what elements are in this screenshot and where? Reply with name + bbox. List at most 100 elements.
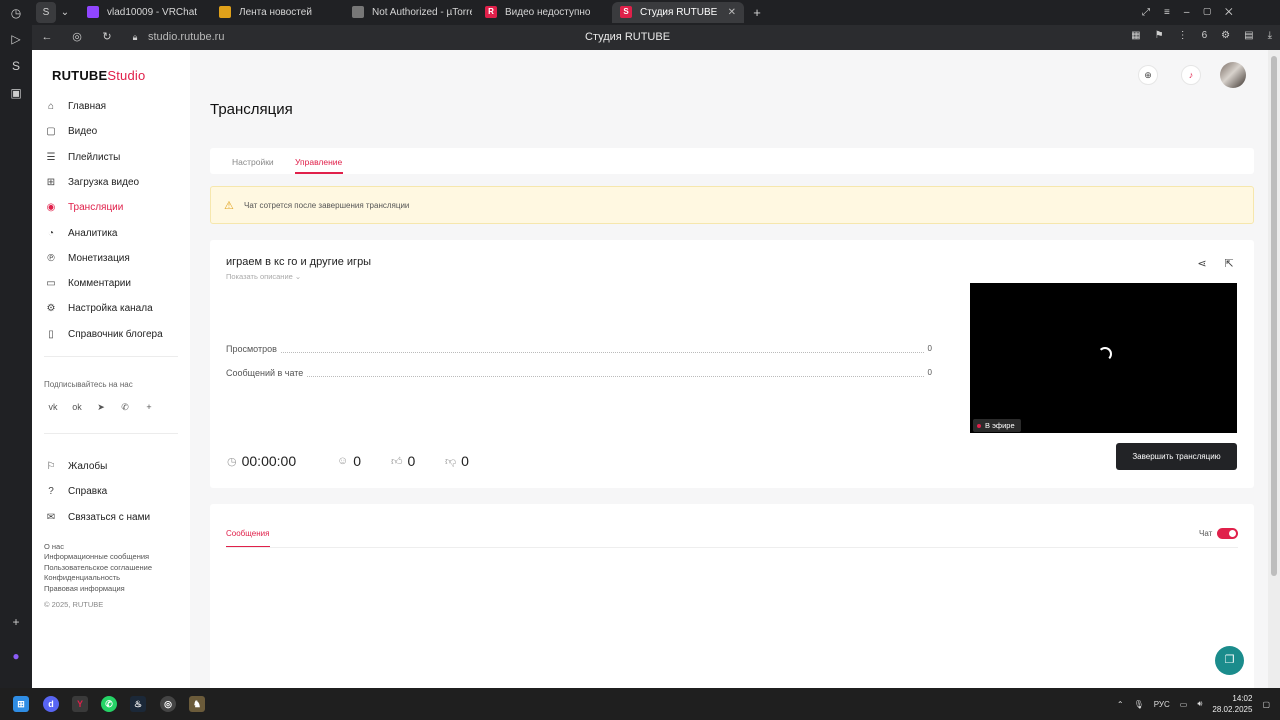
sidebar-item-monetization[interactable]: ℗ Монетизация [44, 248, 184, 268]
telegram-icon[interactable]: ➤ [94, 400, 108, 414]
tab-messages[interactable]: Сообщения [226, 529, 269, 538]
footer-link-agreement[interactable]: Пользовательское соглашение [44, 563, 152, 572]
external-link-icon[interactable]: ⇱ [1222, 257, 1236, 271]
steam-icon[interactable]: ♨ [130, 696, 146, 712]
live-dot-icon [977, 424, 981, 429]
close-icon[interactable]: ✕ [728, 2, 736, 23]
gear-icon: ⚙ [46, 302, 56, 314]
sidebar-item-upload[interactable]: ⊞ Загрузка видео [44, 172, 184, 192]
network-icon[interactable]: ▭ [1180, 700, 1188, 709]
menu-dots-icon[interactable]: ⋮ [1178, 30, 1188, 41]
chat-toggle-label: Чат [1199, 529, 1213, 538]
sidebar-item-blogger-guide[interactable]: ▯ Справочник блогера [44, 324, 184, 344]
video-player[interactable]: В эфире [970, 283, 1237, 433]
sidebar-item-home[interactable]: ⌂ Главная [44, 96, 184, 116]
footer-link-privacy[interactable]: Конфиденциальность [44, 573, 120, 582]
rutube-r-icon: R [485, 6, 497, 19]
window-controls[interactable]: ⤢≡–▢✕ [1142, 2, 1242, 23]
sidebar-item-channel-settings[interactable]: ⚙ Настройка канала [44, 298, 184, 318]
protect-icon[interactable]: ◎ [70, 30, 84, 44]
warning-text: Чат сотрется после завершения трансляции [244, 201, 410, 210]
rutube-studio-icon: S [620, 6, 632, 19]
footer-link-info[interactable]: Информационные сообщения [44, 552, 149, 561]
tray-chevron-icon[interactable]: ⌃ [1117, 700, 1124, 709]
alice-icon[interactable]: ● [7, 647, 25, 665]
scrollbar-thumb[interactable] [1271, 56, 1277, 576]
stat-label: Сообщений в чате [226, 368, 307, 378]
book-icon: ▯ [48, 328, 54, 340]
stream-card: играем в кс го и другие игры Показать оп… [210, 240, 1254, 488]
volume-icon[interactable]: 🔊︎ [1197, 699, 1202, 709]
notifications-icon[interactable]: ▢ [1262, 700, 1270, 709]
sidebar-icon[interactable]: ▤ [1244, 30, 1253, 41]
language-indicator[interactable]: РУС [1154, 700, 1170, 709]
bookmark-icon[interactable]: ▣ [7, 84, 25, 102]
counter-icon[interactable]: 6 [1202, 30, 1208, 41]
new-tab-button[interactable]: + [750, 2, 764, 23]
sidebar-item-analytics[interactable]: ◔ Аналитика [44, 223, 184, 243]
add-icon[interactable]: + [7, 613, 25, 631]
subscribe-label: Подписывайтесь на нас [44, 380, 133, 389]
tab-utorrent[interactable]: Not Authorized - µTorrent [352, 2, 472, 23]
live-badge: В эфире [973, 419, 1021, 432]
obs-icon[interactable]: ◎ [160, 696, 176, 712]
dislikes-metric: 👎︎ 0 [445, 453, 469, 469]
tab-vrchat[interactable]: vlad10009 - VRChat [87, 2, 215, 23]
support-chat-icon[interactable]: ❐ [1215, 646, 1244, 675]
download-icon[interactable]: ⤓ [1268, 30, 1272, 41]
vk-icon[interactable]: vk [46, 400, 60, 414]
reload-icon[interactable]: ↻ [100, 30, 114, 44]
sidebar-item-broadcasts[interactable]: ◉ Трансляции [44, 197, 184, 217]
history-icon[interactable]: ◷ [7, 4, 25, 22]
footer-link-about[interactable]: О нас [44, 542, 64, 551]
tab-settings[interactable]: Настройки [232, 157, 274, 167]
sidebar-item-playlists[interactable]: ☰ Плейлисты [44, 147, 184, 167]
doc-icon [352, 6, 364, 19]
bookmark-star-icon[interactable]: ⚑ [1155, 30, 1164, 41]
loading-spinner-icon [1098, 347, 1112, 361]
rutube-studio-logo[interactable]: RUTUBEStudio [52, 68, 145, 83]
yandex-browser-icon[interactable]: Y [72, 696, 88, 712]
ok-icon[interactable]: ok [70, 400, 84, 414]
extension-icon[interactable]: ▦ [1131, 30, 1140, 41]
tab-rutube-studio[interactable]: S Студия RUTUBE ✕ [612, 2, 744, 23]
clock[interactable]: 14:02 28.02.2025 [1212, 693, 1252, 715]
plus-icon[interactable]: + [142, 400, 156, 414]
windows-start-icon[interactable]: ⊞ [13, 696, 29, 712]
footer-link-legal[interactable]: Правовая информация [44, 584, 125, 593]
show-description-link[interactable]: Показать описание ⌄ [226, 272, 301, 281]
main-content: Трансляция Настройки Управление ⚠ Чат со… [210, 50, 1254, 688]
chevron-down-icon[interactable]: ⌄ [58, 2, 72, 23]
microphone-icon[interactable]: 🎙︎ [1134, 700, 1144, 709]
browser-tools[interactable]: ▦ ⚑ ⋮ 6 ⚙ ▤ ⤓ [1131, 30, 1272, 41]
sidebar-item-help[interactable]: ? Справка [44, 481, 184, 501]
copyright: © 2025, RUTUBE [44, 600, 104, 609]
discord-icon[interactable]: d [43, 696, 59, 712]
sidebar-item-contact[interactable]: ✉ Связаться с нами [44, 507, 184, 527]
sidebar-item-video[interactable]: ▢ Видео [44, 121, 184, 141]
viewer-icon: ☺ [337, 455, 349, 467]
back-icon[interactable]: ← [40, 30, 54, 44]
play-icon[interactable]: ▷ [7, 30, 25, 48]
puzzle-icon[interactable]: ⚙ [1221, 30, 1230, 41]
thumbs-up-icon: 👍︎ [391, 455, 403, 468]
url-field[interactable]: studio.rutube.ru [148, 31, 224, 43]
end-broadcast-button[interactable]: Завершить трансляцию [1116, 443, 1237, 470]
stat-value: 0 [924, 344, 932, 353]
likes-metric: 👍︎ 0 [391, 453, 416, 469]
sidebar-item-comments[interactable]: ▭ Комментарии [44, 273, 184, 293]
viber-icon[interactable]: ✆ [118, 400, 132, 414]
s-icon[interactable]: S [7, 57, 25, 75]
yandex-icon[interactable]: S [36, 2, 56, 23]
share-icon[interactable]: ⋖ [1195, 257, 1209, 271]
game-icon[interactable]: ♞ [189, 696, 205, 712]
tab-video-unavailable[interactable]: R Видео недоступно [485, 2, 605, 23]
tab-management[interactable]: Управление [295, 157, 342, 167]
twitch-icon [87, 6, 99, 19]
tab-news[interactable]: Лента новостей [219, 2, 347, 23]
whatsapp-icon[interactable]: ✆ [101, 696, 117, 712]
sidebar-item-complaints[interactable]: ⚐ Жалобы [44, 456, 184, 476]
chat-toggle[interactable] [1217, 528, 1238, 539]
scrollbar[interactable] [1268, 50, 1280, 688]
system-tray: ⌃ 🎙︎ РУС ▭ 🔊︎ 14:02 28.02.2025 ▢ [1117, 693, 1270, 715]
